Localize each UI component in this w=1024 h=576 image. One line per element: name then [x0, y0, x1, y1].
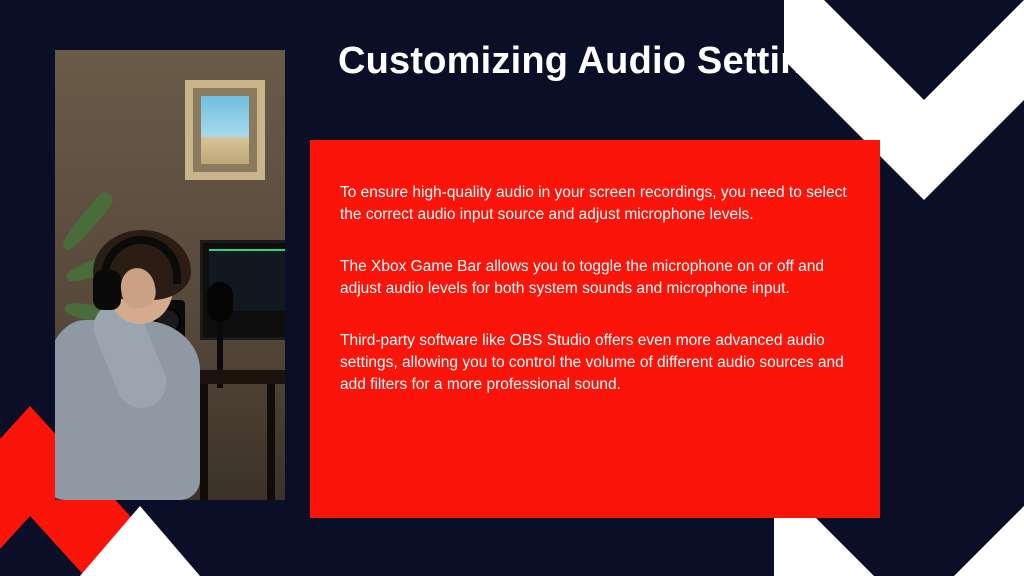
page-title: Customizing Audio Settings — [338, 40, 848, 83]
paragraph-2: The Xbox Game Bar allows you to toggle t… — [340, 256, 850, 300]
paragraph-1: To ensure high-quality audio in your scr… — [340, 182, 850, 226]
hero-image — [55, 50, 285, 500]
content-panel: To ensure high-quality audio in your scr… — [310, 140, 880, 518]
paragraph-3: Third-party software like OBS Studio off… — [340, 330, 850, 396]
slide: Customizing Audio Settings To ensure hig… — [0, 0, 1024, 576]
